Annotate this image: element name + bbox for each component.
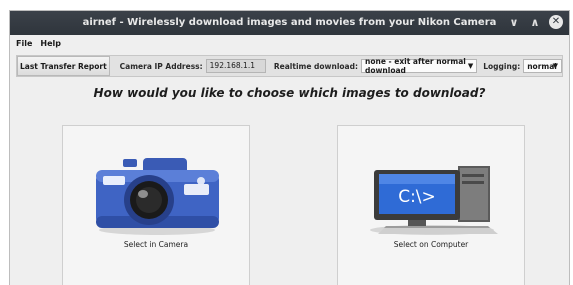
- maximize-button[interactable]: ∧: [528, 15, 542, 29]
- minimize-button[interactable]: ∨: [507, 15, 521, 29]
- window-controls: ∨ ∧ ✕: [507, 15, 563, 29]
- menu-file[interactable]: File: [16, 39, 32, 48]
- logging-label: Logging:: [483, 61, 521, 71]
- realtime-download-value: none - exit after normal download: [364, 57, 466, 75]
- select-on-computer-label: Select on Computer: [393, 240, 469, 249]
- ip-address-label: Camera IP Address:: [119, 61, 203, 71]
- app-window: airnef - Wirelessly download images and …: [9, 10, 570, 285]
- dropdown-arrow-icon: ▼: [552, 62, 558, 70]
- select-in-camera-label: Select in Camera: [123, 240, 189, 249]
- page-question: How would you like to choose which image…: [93, 86, 486, 100]
- logging-select[interactable]: normal ▼: [523, 59, 562, 73]
- menu-help[interactable]: Help: [40, 39, 61, 48]
- computer-icon: C:\>: [370, 166, 498, 235]
- title-bar[interactable]: airnef - Wirelessly download images and …: [10, 11, 569, 35]
- camera-icon: [96, 158, 219, 235]
- realtime-download-label: Realtime download:: [273, 61, 358, 71]
- select-in-camera-button[interactable]: Select in Camera: [62, 125, 250, 285]
- window-title: airnef - Wirelessly download images and …: [82, 17, 497, 28]
- dropdown-arrow-icon: ▼: [467, 62, 474, 70]
- menu-bar: File Help: [10, 35, 569, 51]
- toolbar: Last Transfer Report Camera IP Address: …: [16, 55, 563, 77]
- select-on-computer-button[interactable]: C:\> Select on Computer: [337, 125, 525, 285]
- ip-address-field[interactable]: 192.168.1.1: [205, 59, 266, 73]
- last-transfer-report-button[interactable]: Last Transfer Report: [17, 56, 110, 76]
- close-button[interactable]: ✕: [549, 15, 563, 29]
- terminal-prompt-text: C:\>: [398, 187, 436, 207]
- realtime-download-select[interactable]: none - exit after normal download ▼: [360, 57, 478, 75]
